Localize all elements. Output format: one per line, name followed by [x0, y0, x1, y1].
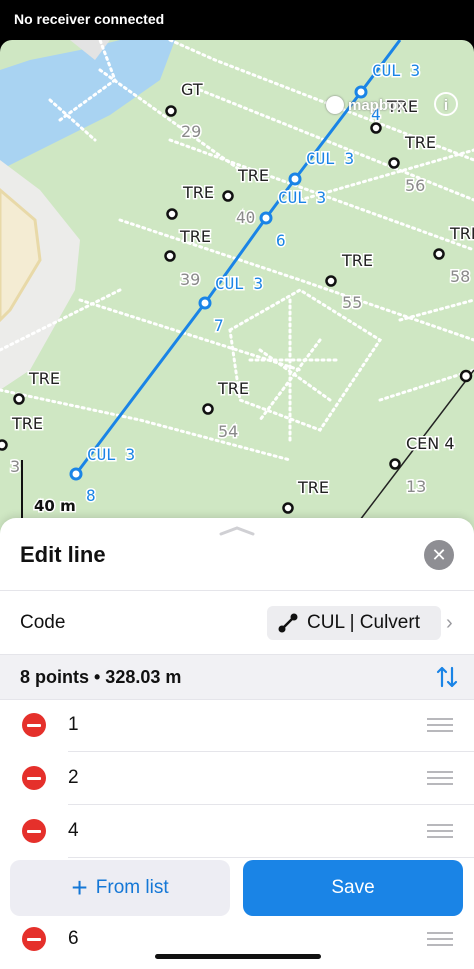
edit-line-sheet: Edit line ✕ Code CUL | Culvert › 8 point… [0, 518, 474, 969]
survey-points [0, 105, 445, 514]
svg-text:3: 3 [10, 457, 20, 476]
vertex-label: CUL 3 [278, 188, 326, 207]
plus-icon: + [71, 872, 88, 903]
point-number: 4 [68, 820, 79, 841]
svg-text:58: 58 [450, 267, 470, 286]
svg-text:CEN 4: CEN 4 [406, 434, 455, 453]
save-button[interactable]: Save [243, 860, 463, 916]
point-row: 1 [0, 699, 474, 752]
point-row: 2 [0, 752, 474, 805]
from-list-button[interactable]: + From list [10, 860, 230, 916]
vertex-label: CUL 3 [306, 149, 354, 168]
sheet-title: Edit line [20, 542, 106, 567]
svg-text:TRE: TRE [237, 166, 269, 185]
svg-text:TRE: TRE [11, 414, 43, 433]
svg-text:TRE: TRE [297, 478, 329, 497]
point-number: 2 [68, 767, 79, 788]
status-bar: No receiver connected [0, 0, 474, 40]
svg-text:29: 29 [181, 122, 201, 141]
sort-icon[interactable] [436, 665, 458, 689]
vertex-label: 6 [276, 231, 286, 250]
delete-icon[interactable] [22, 766, 46, 790]
mapbox-icon [326, 96, 344, 114]
point-label: 40 [236, 208, 255, 227]
svg-text:TRE: TRE [182, 183, 214, 202]
vertex-label: CUL 3 [215, 274, 263, 293]
svg-text:TRE: TRE [179, 227, 211, 246]
vertex-label: 8 [86, 486, 96, 505]
map-view[interactable]: CUL 3 4 CUL 3 CUL 3 40 6 CUL 3 7 CUL 3 8… [0, 40, 474, 540]
delete-icon[interactable] [22, 819, 46, 843]
drag-handle-icon[interactable] [427, 824, 453, 838]
svg-text:TRE: TRE [217, 379, 249, 398]
drag-handle-icon[interactable] [427, 771, 453, 785]
line-labels: CUL 3 4 CUL 3 CUL 3 40 6 CUL 3 7 CUL 3 8 [85, 60, 422, 507]
points-summary: 8 points • 328.03 m [0, 654, 474, 700]
delete-icon[interactable] [22, 927, 46, 951]
svg-text:55: 55 [342, 293, 362, 312]
svg-text:TRE: TRE [449, 224, 474, 243]
point-number: 6 [68, 928, 79, 949]
chevron-up-icon[interactable] [219, 526, 255, 536]
line-icon [278, 613, 298, 633]
svg-text:GT: GT [181, 80, 203, 99]
drag-handle-icon[interactable] [427, 932, 453, 946]
svg-text:56: 56 [405, 176, 425, 195]
svg-text:TRE: TRE [404, 133, 436, 152]
delete-icon[interactable] [22, 713, 46, 737]
summary-text: 8 points • 328.03 m [20, 667, 182, 687]
home-indicator[interactable] [155, 954, 321, 959]
chevron-right-icon[interactable]: › [446, 612, 453, 635]
close-icon[interactable]: ✕ [424, 540, 454, 570]
point-row: 4 [0, 805, 474, 858]
code-value: CUL | Culvert [307, 612, 420, 633]
scale-label: 40 m [34, 497, 76, 515]
drag-handle-icon[interactable] [427, 718, 453, 732]
code-label: Code [20, 612, 66, 633]
receiver-status: No receiver connected [14, 11, 165, 27]
divider [0, 590, 474, 591]
point-number: 1 [68, 714, 79, 735]
code-selector[interactable]: CUL | Culvert [267, 606, 441, 640]
svg-text:13: 13 [406, 477, 426, 496]
svg-text:TRE: TRE [341, 251, 373, 270]
svg-text:54: 54 [218, 422, 238, 441]
svg-text:39: 39 [180, 270, 200, 289]
svg-text:TRE: TRE [28, 369, 60, 388]
vertex-label: 7 [214, 316, 224, 335]
mapbox-logo: mapbox [326, 94, 406, 116]
vertex-label: CUL 3 [87, 445, 135, 464]
vertex-label: CUL 3 [372, 61, 420, 80]
info-icon[interactable]: i [434, 92, 458, 116]
